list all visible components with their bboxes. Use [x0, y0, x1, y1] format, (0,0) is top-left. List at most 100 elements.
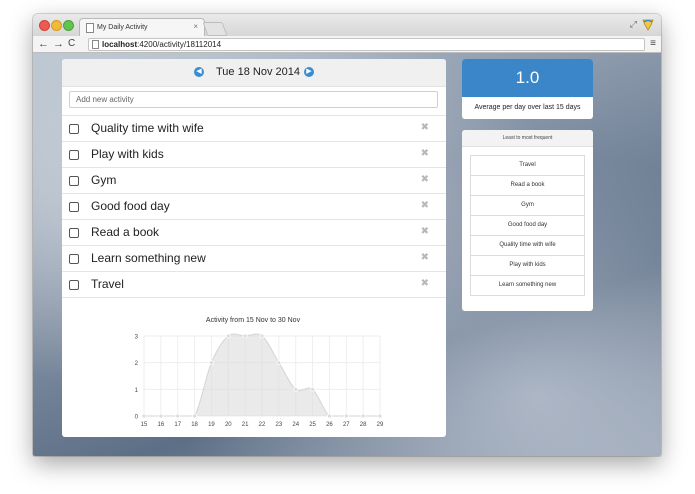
- activity-list: Quality time with wife ✖ Play with kids ✖ Gy…: [62, 115, 446, 298]
- x-tick-label: 24: [292, 422, 299, 428]
- tab-title: My Daily Activity: [97, 24, 148, 31]
- current-date: Tue 18 Nov 2014: [216, 66, 300, 78]
- data-point: [276, 360, 282, 366]
- frequency-item: Travel: [470, 155, 585, 175]
- prev-day-icon[interactable]: ◀: [194, 67, 204, 77]
- data-point: [360, 413, 366, 419]
- data-point: [225, 333, 231, 339]
- activity-row[interactable]: Play with kids ✖: [62, 141, 446, 167]
- x-tick-label: 29: [377, 422, 384, 428]
- data-point: [259, 333, 265, 339]
- series-area: [144, 334, 380, 416]
- data-point: [377, 413, 383, 419]
- delete-activity-icon[interactable]: ✖: [421, 252, 429, 263]
- y-tick-label: 1: [135, 388, 139, 394]
- frequency-list: Travel Read a book Gym Good food day Quality…: [470, 155, 585, 296]
- activity-panel: ◀ Tue 18 Nov 2014 ▶ Quality time with wi…: [62, 59, 446, 437]
- frequency-card: Least to most frequent Travel Read a book…: [462, 130, 593, 311]
- tab-close-icon[interactable]: ×: [193, 22, 198, 31]
- x-tick-label: 15: [141, 422, 148, 428]
- delete-activity-icon[interactable]: ✖: [421, 226, 429, 237]
- frequency-item: Quality time with wife: [470, 235, 585, 255]
- page-icon: [86, 23, 94, 33]
- y-tick-label: 3: [135, 335, 139, 341]
- forward-icon[interactable]: →: [53, 37, 64, 51]
- data-point: [242, 333, 248, 339]
- frequency-item: Learn something new: [470, 275, 585, 296]
- url-path: :4200/activity/18112014: [137, 40, 222, 49]
- new-tab-button[interactable]: [202, 22, 228, 36]
- activity-row[interactable]: Travel ✖: [62, 271, 446, 298]
- frequency-item: Play with kids: [470, 255, 585, 275]
- x-tick-label: 28: [360, 422, 367, 428]
- average-score-value: 1.0: [462, 59, 593, 97]
- menu-icon[interactable]: ≡: [650, 38, 656, 49]
- frequency-item: Gym: [470, 195, 585, 215]
- activity-label: Learn something new: [91, 251, 206, 265]
- chart-canvas: 012315 16 17 18 19 20 21 22 23 24 25 26 27 28 29: [135, 333, 384, 428]
- browser-toolbar: ← → C localhost:4200/activity/18112014 ≡: [33, 36, 661, 53]
- x-tick-label: 22: [259, 422, 266, 428]
- activity-checkbox[interactable]: [69, 124, 79, 134]
- delete-activity-icon[interactable]: ✖: [421, 200, 429, 211]
- browser-tab[interactable]: My Daily Activity ×: [79, 18, 205, 37]
- delete-activity-icon[interactable]: ✖: [421, 148, 429, 159]
- fullscreen-icon[interactable]: ⤢: [630, 19, 637, 30]
- x-tick-label: 25: [309, 422, 316, 428]
- x-tick-label: 20: [225, 422, 232, 428]
- data-point: [141, 413, 147, 419]
- address-bar[interactable]: localhost:4200/activity/18112014: [88, 38, 645, 51]
- close-window-button[interactable]: [39, 20, 50, 31]
- activity-row[interactable]: Read a book ✖: [62, 219, 446, 245]
- activity-checkbox[interactable]: [69, 176, 79, 186]
- x-tick-label: 18: [191, 422, 198, 428]
- activity-label: Play with kids: [91, 147, 164, 161]
- minimize-window-button[interactable]: [51, 20, 62, 31]
- x-tick-label: 26: [326, 422, 333, 428]
- data-point: [343, 413, 349, 419]
- data-point: [175, 413, 181, 419]
- data-point: [192, 413, 197, 419]
- activity-row[interactable]: Learn something new ✖: [62, 245, 446, 271]
- date-header: ◀ Tue 18 Nov 2014 ▶: [62, 59, 446, 87]
- frequency-item: Read a book: [470, 175, 585, 195]
- profile-icon[interactable]: [641, 17, 655, 31]
- data-point: [327, 413, 332, 419]
- activity-checkbox[interactable]: [69, 254, 79, 264]
- next-day-icon[interactable]: ▶: [304, 67, 314, 77]
- x-tick-label: 19: [208, 422, 215, 428]
- reload-icon[interactable]: C: [68, 37, 75, 51]
- delete-activity-icon[interactable]: ✖: [421, 174, 429, 185]
- activity-label: Quality time with wife: [91, 121, 204, 135]
- x-tick-label: 27: [343, 422, 350, 428]
- activity-row[interactable]: Good food day ✖: [62, 193, 446, 219]
- y-tick-label: 0: [135, 415, 139, 421]
- delete-activity-icon[interactable]: ✖: [421, 278, 429, 289]
- frequency-item: Good food day: [470, 215, 585, 235]
- back-icon[interactable]: ←: [38, 37, 49, 51]
- title-bar: My Daily Activity × ⤢: [33, 14, 661, 37]
- y-tick-label: 2: [135, 361, 139, 367]
- data-point: [310, 386, 315, 392]
- delete-activity-icon[interactable]: ✖: [421, 122, 429, 133]
- page-content: ◀ Tue 18 Nov 2014 ▶ Quality time with wi…: [33, 53, 661, 456]
- x-tick-label: 17: [174, 422, 181, 428]
- activity-checkbox[interactable]: [69, 280, 79, 290]
- activity-checkbox[interactable]: [69, 228, 79, 238]
- activity-checkbox[interactable]: [69, 150, 79, 160]
- url-text: localhost:4200/activity/18112014: [102, 39, 221, 50]
- browser-window: My Daily Activity × ⤢ ← → C localhost:42…: [33, 14, 661, 456]
- x-tick-label: 21: [242, 422, 249, 428]
- activity-row[interactable]: Gym ✖: [62, 167, 446, 193]
- page-info-icon: [92, 40, 99, 49]
- x-tick-label: 23: [276, 422, 283, 428]
- average-score-label: Average per day over last 15 days: [474, 104, 581, 111]
- activity-checkbox[interactable]: [69, 202, 79, 212]
- add-activity-input[interactable]: [69, 91, 438, 108]
- activity-chart: Activity from 15 Nov to 30 Nov 0 1 2 3 15 16 1…: [118, 314, 388, 434]
- maximize-window-button[interactable]: [63, 20, 74, 31]
- url-host: localhost: [102, 40, 138, 49]
- x-tick-label: 16: [158, 422, 165, 428]
- activity-label: Gym: [91, 173, 117, 187]
- activity-row[interactable]: Quality time with wife ✖: [62, 115, 446, 141]
